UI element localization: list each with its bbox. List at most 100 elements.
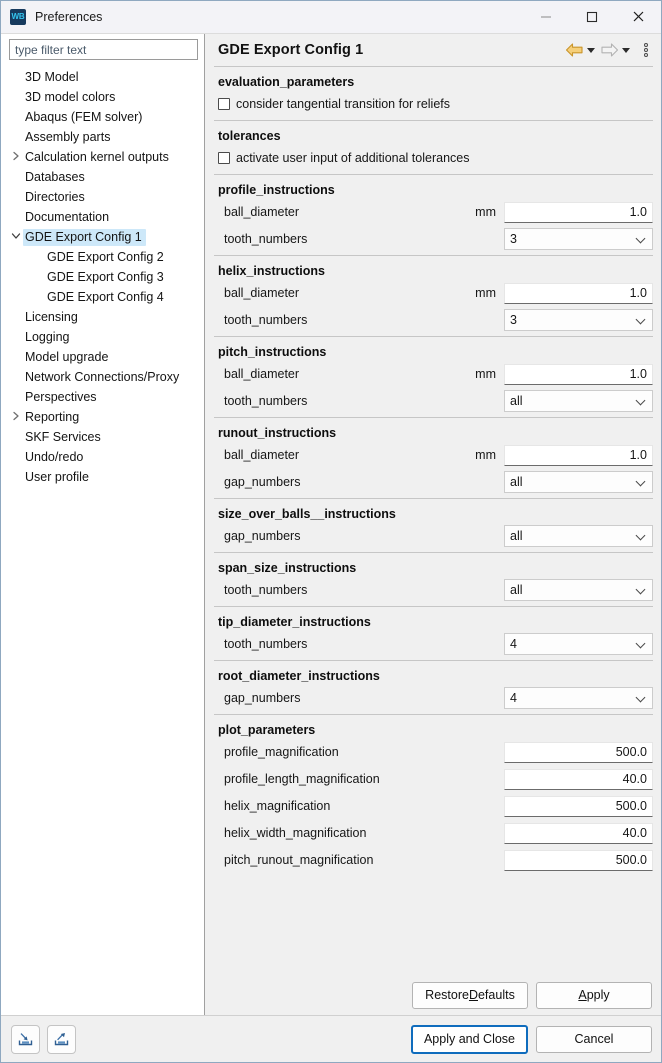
- checkbox-input[interactable]: [218, 97, 230, 110]
- back-dropdown-caret-icon[interactable]: [587, 47, 595, 53]
- preferences-tree[interactable]: 3D Model 3D model colors Abaqus (FEM solve…: [1, 64, 204, 1015]
- field-row: tooth_numbers all: [214, 579, 653, 601]
- sidebar-item-label: Documentation: [25, 209, 110, 224]
- chevron-down-icon: [636, 234, 647, 245]
- view-menu-dot-3: [644, 53, 648, 57]
- sidebar-item-label: 3D model colors: [25, 89, 116, 104]
- text-input[interactable]: [504, 849, 653, 871]
- title-bar: WB Preferences: [1, 1, 661, 33]
- apply-button[interactable]: Apply: [536, 981, 652, 1009]
- text-input[interactable]: [504, 795, 653, 817]
- restore-defaults-mnemonic: D: [468, 988, 478, 1002]
- text-input[interactable]: [504, 282, 653, 304]
- field-row: helix_width_magnification: [214, 822, 653, 844]
- apply-mnemonic: A: [578, 988, 587, 1002]
- sidebar-item-gde-export-config-1[interactable]: GDE Export Config 1: [1, 227, 204, 247]
- sidebar-item-label: GDE Export Config 3: [47, 269, 164, 284]
- maximize-button[interactable]: [569, 1, 615, 32]
- chevron-down-icon[interactable]: [9, 232, 23, 242]
- group-title: helix_instructions: [218, 264, 325, 278]
- dropdown-value: all: [510, 583, 523, 597]
- sidebar-item-licensing[interactable]: Licensing: [1, 307, 204, 327]
- sidebar-item-label: User profile: [25, 469, 89, 484]
- dropdown-select[interactable]: all: [504, 390, 653, 412]
- dropdown-select[interactable]: 4: [504, 633, 653, 655]
- dropdown-select[interactable]: all: [504, 525, 653, 547]
- field-label: tooth_numbers: [224, 232, 308, 246]
- sidebar-item-gde-export-config-2[interactable]: GDE Export Config 2: [1, 247, 204, 267]
- sidebar-item-undo-redo[interactable]: Undo/redo: [1, 447, 204, 467]
- sidebar-item-3d-model-colors[interactable]: 3D model colors: [1, 87, 204, 107]
- sidebar-item-directories[interactable]: Directories: [1, 187, 204, 207]
- text-input[interactable]: [504, 741, 653, 763]
- text-input[interactable]: [504, 822, 653, 844]
- sidebar-item-logging[interactable]: Logging: [1, 327, 204, 347]
- apply-and-close-button[interactable]: Apply and Close: [410, 1024, 528, 1054]
- field-unit: mm: [475, 286, 496, 300]
- checkbox-row[interactable]: activate user input of additional tolera…: [214, 147, 653, 168]
- restore-defaults-label-pre: Restore: [425, 988, 469, 1002]
- restore-defaults-button[interactable]: Restore Defaults: [412, 981, 528, 1009]
- export-preferences-button[interactable]: [47, 1024, 76, 1054]
- sidebar-item-documentation[interactable]: Documentation: [1, 207, 204, 227]
- dropdown-value: 3: [510, 313, 517, 327]
- dropdown-select[interactable]: 3: [504, 309, 653, 331]
- view-menu-dot-2: [644, 48, 648, 52]
- text-input[interactable]: [504, 363, 653, 385]
- settings-group: span_size_instructions tooth_numbers all: [214, 552, 653, 601]
- chevron-right-icon[interactable]: [9, 151, 23, 163]
- chevron-down-icon: [636, 396, 647, 407]
- sidebar-item-label: GDE Export Config 2: [47, 249, 164, 264]
- text-input[interactable]: [504, 444, 653, 466]
- checkbox-row[interactable]: consider tangential transition for relie…: [214, 93, 653, 114]
- search-input[interactable]: [9, 39, 198, 60]
- text-input[interactable]: [504, 201, 653, 223]
- chevron-right-icon[interactable]: [9, 411, 23, 423]
- sidebar-item-gde-export-config-4[interactable]: GDE Export Config 4: [1, 287, 204, 307]
- view-menu-icon[interactable]: [639, 43, 653, 57]
- close-button[interactable]: [615, 1, 661, 32]
- dropdown-select[interactable]: all: [504, 471, 653, 493]
- sidebar-item-gde-export-config-3[interactable]: GDE Export Config 3: [1, 267, 204, 287]
- text-input[interactable]: [504, 768, 653, 790]
- field-row: tooth_numbers all: [214, 390, 653, 412]
- sidebar-item-user-profile[interactable]: User profile: [1, 467, 204, 487]
- field-row: profile_length_magnification: [214, 768, 653, 790]
- group-title: span_size_instructions: [218, 561, 357, 575]
- chevron-down-icon: [636, 477, 647, 488]
- settings-group: root_diameter_instructions gap_numbers 4: [214, 660, 653, 709]
- dropdown-select[interactable]: 4: [504, 687, 653, 709]
- dropdown-select[interactable]: all: [504, 579, 653, 601]
- sidebar-item-skf-services[interactable]: SKF Services: [1, 427, 204, 447]
- field-unit: mm: [475, 367, 496, 381]
- chevron-down-icon: [636, 531, 647, 542]
- checkbox-input[interactable]: [218, 151, 230, 164]
- sidebar-item-assembly-parts[interactable]: Assembly parts: [1, 127, 204, 147]
- settings-group: size_over_balls__instructions gap_numbers…: [214, 498, 653, 547]
- sidebar-item-label: 3D Model: [25, 69, 79, 84]
- dialog-button-bar: Apply and Close Cancel: [1, 1015, 661, 1062]
- settings-group: pitch_instructions ball_diameter mm tooth_n…: [214, 336, 653, 412]
- sidebar-item-label: Databases: [25, 169, 85, 184]
- back-button[interactable]: [565, 38, 584, 62]
- sidebar-item-3d-model[interactable]: 3D Model: [1, 67, 204, 87]
- import-preferences-button[interactable]: [11, 1024, 40, 1054]
- forward-button[interactable]: [600, 38, 619, 62]
- sidebar-item-network-connections-proxy[interactable]: Network Connections/Proxy: [1, 367, 204, 387]
- sidebar-item-abaqus-fem-solver[interactable]: Abaqus (FEM solver): [1, 107, 204, 127]
- filter-wrapper: [1, 34, 204, 64]
- sidebar-item-model-upgrade[interactable]: Model upgrade: [1, 347, 204, 367]
- forward-dropdown-caret-icon[interactable]: [622, 47, 630, 53]
- import-icon: [18, 1032, 33, 1045]
- field-label: gap_numbers: [224, 475, 301, 489]
- dropdown-select[interactable]: 3: [504, 228, 653, 250]
- settings-scroll-area[interactable]: evaluation_parameters consider tangential…: [205, 67, 661, 979]
- field-label: profile_magnification: [224, 745, 339, 759]
- field-unit: mm: [475, 205, 496, 219]
- sidebar-item-calculation-kernel-outputs[interactable]: Calculation kernel outputs: [1, 147, 204, 167]
- cancel-button[interactable]: Cancel: [536, 1025, 652, 1053]
- sidebar-item-reporting[interactable]: Reporting: [1, 407, 204, 427]
- sidebar-item-databases[interactable]: Databases: [1, 167, 204, 187]
- sidebar-item-perspectives[interactable]: Perspectives: [1, 387, 204, 407]
- minimize-button[interactable]: [523, 1, 569, 32]
